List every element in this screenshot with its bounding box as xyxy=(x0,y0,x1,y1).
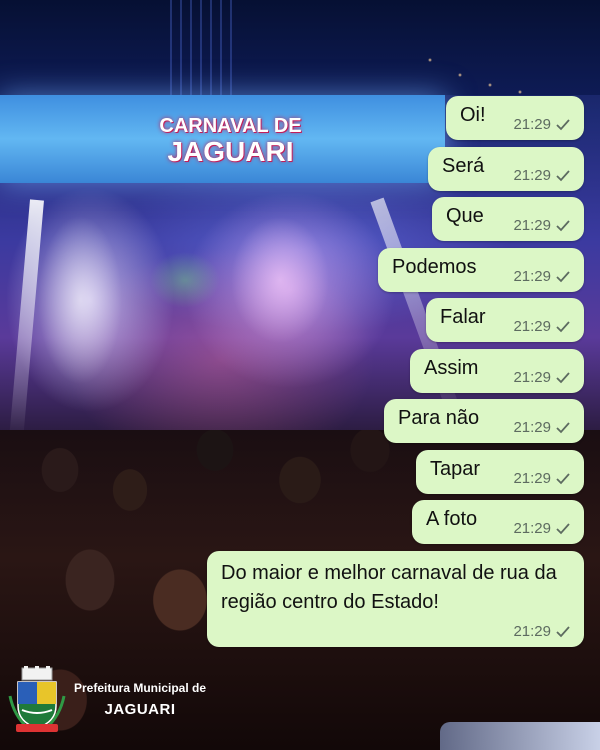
message-text: Falar xyxy=(440,306,486,328)
stage-lights xyxy=(10,190,390,420)
message-meta: 21:29 xyxy=(513,116,570,133)
message-time: 21:29 xyxy=(513,318,551,335)
chat-bubble: Assim 21:29 xyxy=(410,349,584,393)
single-check-icon xyxy=(556,118,570,130)
event-logo-line2: JAGUARI xyxy=(167,135,294,167)
message-time: 21:29 xyxy=(513,167,551,184)
message-time: 21:29 xyxy=(513,419,551,436)
message-meta: 21:29 xyxy=(513,419,570,436)
chat-bubble: Que 21:29 xyxy=(432,197,584,241)
message-text: Para não xyxy=(398,407,480,429)
single-check-icon xyxy=(556,421,570,433)
message-meta: 21:29 xyxy=(513,318,570,335)
single-check-icon xyxy=(556,169,570,181)
chat-bubble: Tapar 21:29 xyxy=(416,450,584,494)
message-text: Assim xyxy=(424,357,479,379)
single-check-icon xyxy=(556,320,570,332)
municipal-crest-icon xyxy=(8,666,66,732)
message-meta: 21:29 xyxy=(513,217,570,234)
chat-bubble: Do maior e melhor carnaval de rua da reg… xyxy=(207,551,584,647)
chat-bubble: Podemos 21:29 xyxy=(378,248,584,292)
brand-text: Prefeitura Municipal de JAGUARI xyxy=(74,681,206,719)
chat-bubble: Oi! 21:29 xyxy=(446,96,584,140)
single-check-icon xyxy=(556,522,570,534)
message-time: 21:29 xyxy=(513,470,551,487)
message-meta: 21:29 xyxy=(513,167,570,184)
message-text: Do maior e melhor carnaval de rua da reg… xyxy=(221,562,557,613)
message-time: 21:29 xyxy=(513,520,551,537)
brand-line2: JAGUARI xyxy=(104,701,176,719)
municipality-brand: Prefeitura Municipal de JAGUARI xyxy=(8,664,208,736)
brand-line1: Prefeitura Municipal de xyxy=(74,680,207,695)
message-meta: 21:29 xyxy=(513,369,570,386)
chat-bubble: Falar 21:29 xyxy=(426,298,584,342)
single-check-icon xyxy=(556,472,570,484)
message-text: A foto xyxy=(426,508,478,530)
chat-bubble: A foto 21:29 xyxy=(412,500,584,544)
message-time: 21:29 xyxy=(513,116,551,133)
single-check-icon xyxy=(556,270,570,282)
event-logo-line1: CARNAVAL DE xyxy=(159,114,302,137)
message-text: Será xyxy=(442,155,485,177)
message-meta: 21:29 xyxy=(513,470,570,487)
event-logo: CARNAVAL DE JAGUARI xyxy=(158,104,303,176)
chat-bubble: Para não 21:29 xyxy=(384,399,584,443)
message-meta: 21:29 xyxy=(513,520,570,537)
single-check-icon xyxy=(556,219,570,231)
bottom-light-bar xyxy=(440,722,600,750)
message-text: Que xyxy=(446,205,484,227)
message-text: Podemos xyxy=(392,256,477,278)
message-meta: 21:29 xyxy=(513,623,570,640)
chat-bubble: Será 21:29 xyxy=(428,147,584,191)
message-text: Oi! xyxy=(460,104,486,126)
message-time: 21:29 xyxy=(513,268,551,285)
single-check-icon xyxy=(556,371,570,383)
message-meta: 21:29 xyxy=(513,268,570,285)
single-check-icon xyxy=(556,625,570,637)
message-time: 21:29 xyxy=(513,623,551,640)
message-time: 21:29 xyxy=(513,217,551,234)
message-text: Tapar xyxy=(430,458,481,480)
message-time: 21:29 xyxy=(513,369,551,386)
